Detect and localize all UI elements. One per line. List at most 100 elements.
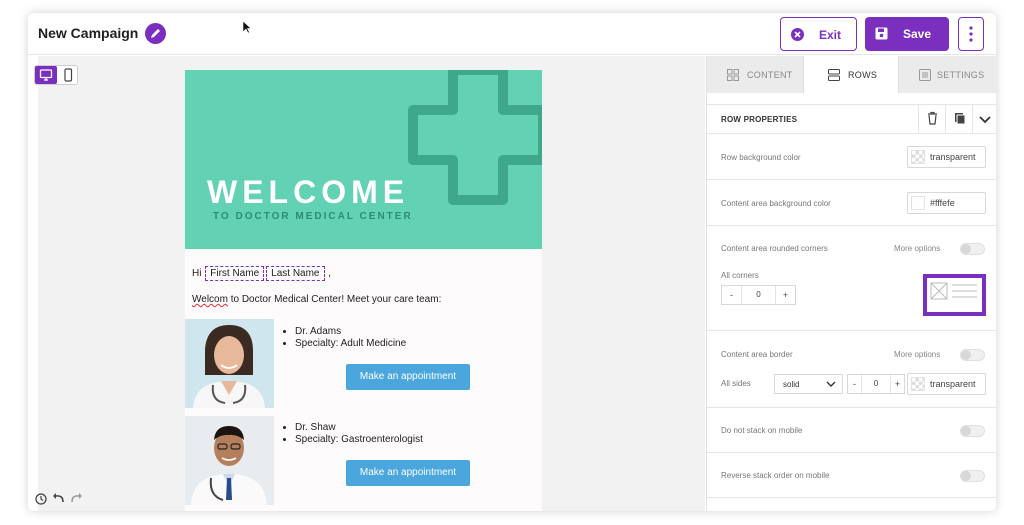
appointment-button[interactable]: Make an appointment	[346, 364, 470, 390]
corners-value: 0	[756, 290, 761, 299]
border-style-select[interactable]: solid	[774, 374, 843, 394]
rounded-label: Content area rounded corners	[721, 244, 828, 253]
doctor-photo[interactable]	[185, 416, 274, 505]
row-bg-label: Row background color	[721, 153, 801, 162]
duplicate-row-button[interactable]	[945, 105, 972, 133]
reverse-stack-setting: Reverse stack order on mobile	[707, 453, 996, 498]
doctor-details[interactable]: Dr. Shaw Specialty: Gastroenterologist	[285, 422, 423, 446]
more-options-label: More options	[894, 244, 941, 253]
intro-text[interactable]: Welcom to Doctor Medical Center! Meet yo…	[192, 294, 441, 305]
floppy-disk-icon	[875, 27, 888, 43]
more-menu-button[interactable]	[958, 17, 984, 51]
mobile-icon	[64, 68, 73, 82]
decrement-button[interactable]: -	[722, 286, 742, 304]
section-title: ROW PROPERTIES	[721, 115, 798, 124]
border-setting: Content area border More options All sid…	[707, 331, 996, 408]
border-color-value: transparent	[930, 379, 976, 389]
increment-button[interactable]: +	[775, 286, 795, 304]
row-bg-value: transparent	[930, 152, 976, 162]
row-background-setting: Row background color transparent	[707, 134, 996, 180]
device-preview-toggle	[34, 65, 78, 85]
exit-label: Exit	[819, 28, 842, 42]
doctor-specialty: Specialty: Adult Medicine	[295, 338, 406, 350]
merge-tag-first-name[interactable]: First Name	[205, 266, 265, 281]
medical-cross-graphic	[408, 70, 542, 205]
doctor-portrait-image	[185, 416, 274, 505]
appointment-button[interactable]: Make an appointment	[346, 460, 470, 486]
panel-tabs: CONTENT ROWS SETTINGS	[707, 56, 996, 93]
content-bg-color-picker[interactable]: #fffefe	[907, 192, 986, 214]
content-bg-value: #fffefe	[930, 198, 955, 208]
email-preview: WELCOME TO DOCTOR MEDICAL CENTER Hi Firs…	[185, 70, 542, 511]
history-icon[interactable]	[35, 493, 47, 505]
tab-settings[interactable]: SETTINGS	[899, 56, 996, 93]
doctor-photo[interactable]	[185, 319, 274, 408]
editor-window: New Campaign Exit Save WELCOME TO DOCTOR…	[28, 13, 996, 511]
border-label: Content area border	[721, 350, 793, 359]
tab-rows-label: ROWS	[848, 70, 878, 80]
mobile-view-button[interactable]	[61, 68, 75, 82]
greeting-line[interactable]: Hi First Name Last Name ,	[192, 266, 331, 281]
border-width-stepper[interactable]: - 0 +	[847, 374, 905, 394]
campaign-title: New Campaign	[38, 25, 139, 41]
delete-row-button[interactable]	[918, 105, 945, 133]
all-corners-label: All corners	[721, 271, 759, 280]
row-bg-color-picker[interactable]: transparent	[907, 146, 986, 168]
transparent-swatch	[911, 377, 925, 391]
desktop-icon	[39, 69, 53, 81]
transparent-swatch	[911, 150, 925, 164]
content-bg-label: Content area background color	[721, 199, 831, 208]
border-color-picker[interactable]: transparent	[907, 373, 986, 395]
redo-icon[interactable]	[71, 493, 82, 503]
merge-tag-last-name[interactable]: Last Name	[266, 266, 325, 281]
collapse-section-button[interactable]	[972, 105, 996, 133]
hero-banner[interactable]: WELCOME TO DOCTOR MEDICAL CENTER	[185, 70, 542, 249]
border-more-options-toggle[interactable]	[960, 349, 985, 361]
doctor-name: Dr. Shaw	[295, 422, 423, 434]
save-button[interactable]: Save	[865, 17, 949, 51]
undo-icon[interactable]	[53, 493, 64, 503]
increment-button[interactable]: +	[890, 375, 904, 393]
close-circle-icon	[791, 28, 804, 41]
vertical-dots-icon	[969, 26, 973, 42]
rows-icon	[828, 69, 840, 81]
copy-icon	[955, 113, 966, 125]
content-bg-setting: Content area background color #fffefe	[707, 180, 996, 226]
desktop-view-button[interactable]	[35, 66, 57, 84]
tab-content-label: CONTENT	[747, 70, 793, 80]
edit-title-button[interactable]	[145, 23, 166, 44]
chevron-down-icon	[826, 381, 836, 387]
no-stack-setting: Do not stack on mobile	[707, 408, 996, 453]
reverse-stack-label: Reverse stack order on mobile	[721, 471, 830, 480]
layout-preview-icon	[930, 282, 977, 300]
trash-icon	[928, 111, 937, 125]
hero-subtitle: TO DOCTOR MEDICAL CENTER	[213, 211, 413, 222]
decrement-button[interactable]: -	[848, 375, 862, 393]
exit-button[interactable]: Exit	[780, 17, 857, 51]
top-bar: New Campaign Exit Save	[28, 13, 996, 55]
save-label: Save	[903, 27, 932, 41]
border-width-value: 0	[873, 379, 879, 388]
no-stack-toggle[interactable]	[960, 425, 985, 437]
tab-content[interactable]: CONTENT	[707, 56, 803, 93]
rounded-more-options-toggle[interactable]	[960, 243, 985, 255]
tab-settings-label: SETTINGS	[937, 70, 985, 80]
doctor-portrait-image	[185, 319, 274, 408]
doctor-specialty: Specialty: Gastroenterologist	[295, 434, 423, 446]
border-style-value: solid	[783, 380, 800, 389]
properties-panel: CONTENT ROWS SETTINGS ROW PROPERTIES Row…	[706, 56, 996, 511]
rounded-corners-setting: Content area rounded corners More option…	[707, 226, 996, 331]
greeting-prefix: Hi	[192, 268, 202, 279]
hero-title: WELCOME	[207, 174, 410, 210]
intro-rest: to Doctor Medical Center! Meet your care…	[227, 294, 442, 305]
tab-rows[interactable]: ROWS	[803, 56, 899, 93]
no-stack-label: Do not stack on mobile	[721, 426, 803, 435]
settings-list-icon	[919, 69, 931, 81]
history-controls	[34, 490, 94, 508]
mouse-cursor-icon	[242, 20, 252, 34]
color-swatch	[911, 196, 925, 210]
doctor-name: Dr. Adams	[295, 326, 406, 338]
corners-stepper[interactable]: - 0 +	[721, 285, 796, 305]
doctor-details[interactable]: Dr. Adams Specialty: Adult Medicine	[285, 326, 406, 350]
reverse-stack-toggle[interactable]	[960, 470, 985, 482]
